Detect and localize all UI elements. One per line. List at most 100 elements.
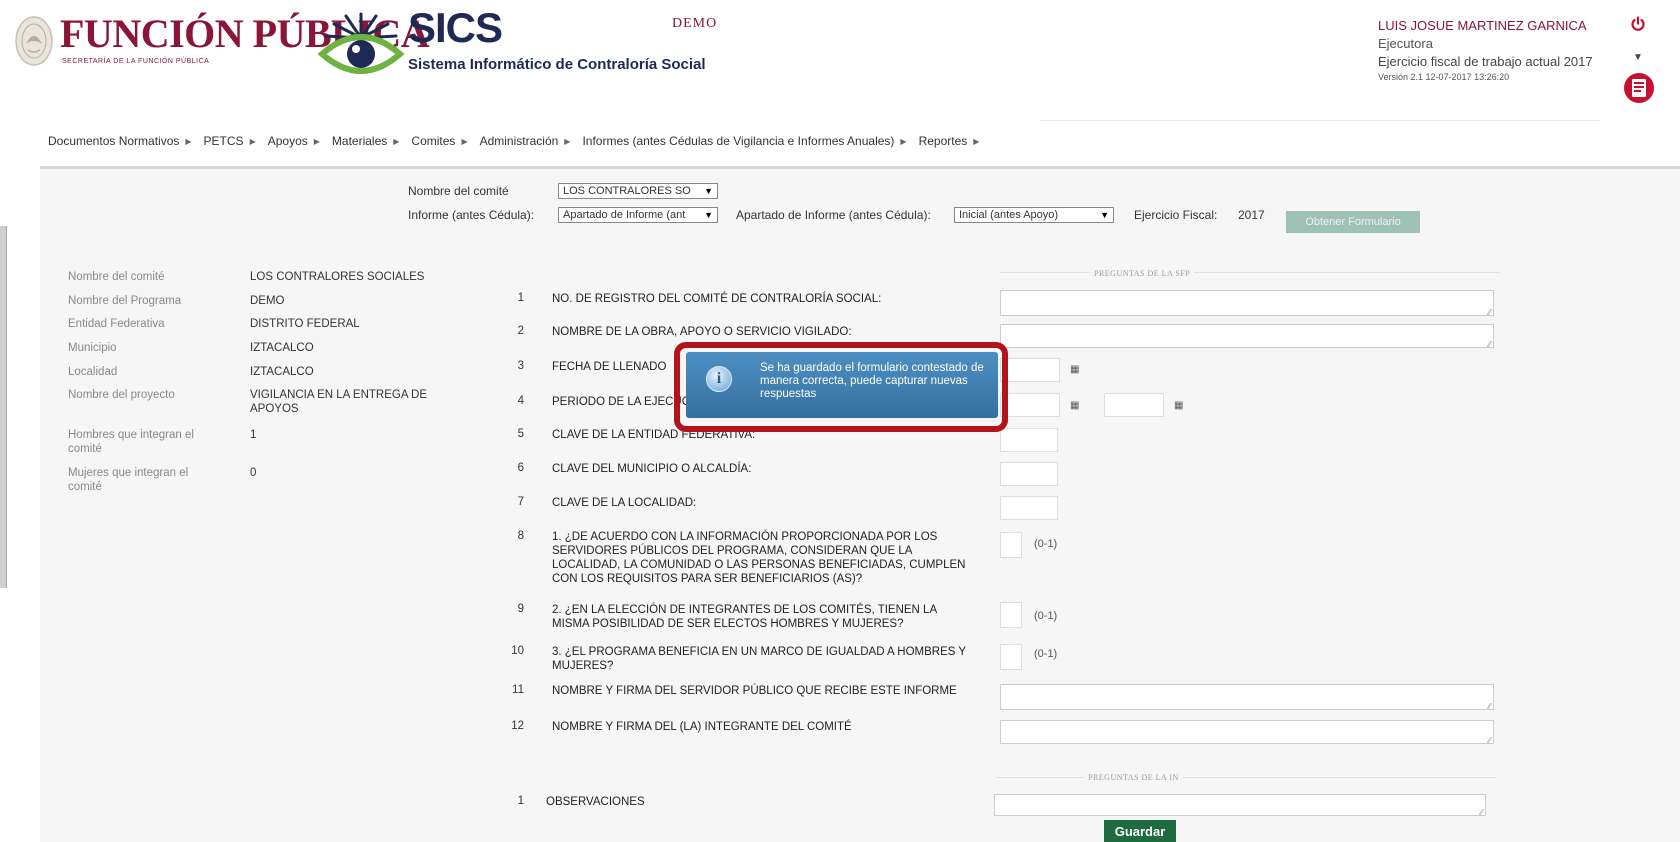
question-number: 2 <box>517 325 524 337</box>
nav-item-documentos-normativos[interactable]: Documentos Normativos ▶ <box>48 134 192 148</box>
score-range: (0-1) <box>1034 648 1058 660</box>
nav-item-comites[interactable]: Comites ▶ <box>411 134 467 148</box>
question-text: NOMBRE Y FIRMA DEL SERVIDOR PÚBLICO QUE … <box>552 685 957 697</box>
in-section-header: PREGUNTAS DE LA IN <box>1084 773 1183 782</box>
nav-arrow-icon: ▶ <box>313 136 320 146</box>
score-input[interactable] <box>1000 532 1022 558</box>
user-name: LUIS JOSUE MARTINEZ GARNICA <box>1378 18 1587 33</box>
section-select[interactable]: Inicial (antes Apoyo) ▼ <box>954 207 1114 223</box>
fiscal-year-text: Ejercicio fiscal de trabajo actual 2017 <box>1378 54 1593 69</box>
question-text: 1. ¿DE ACUERDO CON LA INFORMACIÓN PROPOR… <box>552 531 966 585</box>
main-nav: Documentos Normativos ▶ PETCS ▶ Apoyos ▶ Ma… <box>48 132 991 150</box>
sfp-section-header: PREGUNTAS DE LA SFP <box>1090 269 1195 278</box>
left-side-tab[interactable] <box>0 226 7 588</box>
nav-arrow-icon: ▶ <box>564 136 571 146</box>
toast-highlight-frame <box>674 342 1008 432</box>
power-icon[interactable] <box>1630 16 1646 32</box>
mexico-seal-logo <box>15 16 53 66</box>
question-number: 7 <box>517 496 524 508</box>
score-range: (0-1) <box>1034 538 1058 550</box>
period-start-input[interactable] <box>1000 393 1060 417</box>
question-number: 1 <box>517 292 524 304</box>
nav-item-apoyos[interactable]: Apoyos ▶ <box>268 134 320 148</box>
info-value: LOS CONTRALORES SOCIALES <box>250 271 425 283</box>
header-divider <box>1040 120 1600 121</box>
score-input[interactable] <box>1000 644 1022 670</box>
period-end-input[interactable] <box>1104 393 1164 417</box>
nav-item-reportes[interactable]: Reportes ▶ <box>919 134 980 148</box>
calendar-icon[interactable]: ▦ <box>1070 400 1079 411</box>
report-select[interactable]: Apartado de Informe (ant ▼ <box>558 207 718 223</box>
question-number: 3 <box>517 360 524 372</box>
nav-arrow-icon: ▶ <box>249 136 256 146</box>
entity-key-input[interactable] <box>1000 428 1058 452</box>
info-value: DISTRITO FEDERAL <box>250 318 360 330</box>
user-menu-caret-icon[interactable]: ▼ <box>1633 52 1643 63</box>
info-value: 1 <box>250 429 257 441</box>
info-label: Localidad <box>68 366 118 378</box>
nav-arrow-icon: ▶ <box>185 136 192 146</box>
info-label: Entidad Federativa <box>68 318 165 330</box>
question-text: NOMBRE DE LA OBRA, APOYO O SERVICIO VIGI… <box>552 326 852 338</box>
nav-item-materiales[interactable]: Materiales ▶ <box>332 134 400 148</box>
answer-textarea[interactable] <box>1000 290 1494 317</box>
section-divider <box>996 777 1496 778</box>
nav-item-administracion[interactable]: Administración ▶ <box>480 134 571 148</box>
observations-textarea[interactable] <box>994 794 1486 817</box>
score-range: (0-1) <box>1034 610 1058 622</box>
question-number: 12 <box>511 720 524 732</box>
question-text: 2. ¿EN LA ELECCIÓN DE INTEGRANTES DE LOS… <box>552 604 937 630</box>
locality-key-input[interactable] <box>1000 496 1058 520</box>
question-number: 10 <box>511 645 524 657</box>
app-subtitle: Sistema Informático de Contraloría Socia… <box>408 56 706 73</box>
nav-arrow-icon: ▶ <box>393 136 400 146</box>
nav-arrow-icon: ▶ <box>973 136 980 146</box>
info-label: Nombre del comité <box>68 271 165 283</box>
info-label: Nombre del proyecto <box>68 389 175 401</box>
org-subtitle: SECRETARÍA DE LA FUNCIÓN PÚBLICA <box>62 58 210 65</box>
info-label: Municipio <box>68 342 117 354</box>
info-value: 0 <box>250 467 257 479</box>
section-divider <box>1000 272 1500 273</box>
question-number: 5 <box>517 428 524 440</box>
municipality-key-input[interactable] <box>1000 462 1058 486</box>
question-number: 11 <box>512 684 524 696</box>
nav-item-informes[interactable]: Informes (antes Cédulas de Vigilancia e … <box>582 134 906 148</box>
calendar-icon[interactable]: ▦ <box>1174 400 1183 411</box>
question-text: CLAVE DEL MUNICIPIO O ALCALDÍA: <box>552 463 752 475</box>
info-label: Nombre del Programa <box>68 295 182 307</box>
question-text: CLAVE DE LA LOCALIDAD: <box>552 497 697 509</box>
info-value: VIGILANCIA EN LA ENTREGA DE APOYOS <box>250 389 428 415</box>
question-text: 3. ¿EL PROGRAMA BENEFICIA EN UN MARCO DE… <box>552 646 966 672</box>
score-input[interactable] <box>1000 602 1022 628</box>
app-title: SICS <box>408 4 503 51</box>
committee-select[interactable]: LOS CONTRALORES SO ▼ <box>558 183 718 199</box>
calendar-icon[interactable]: ▦ <box>1070 364 1079 375</box>
question-number: 4 <box>517 395 524 407</box>
question-text: OBSERVACIONES <box>546 796 645 808</box>
user-role: Ejecutora <box>1378 36 1433 51</box>
question-number: 1 <box>517 795 524 807</box>
program-label: DEMO <box>672 16 718 31</box>
nav-arrow-icon: ▶ <box>900 136 907 146</box>
info-label: Hombres que integran el comité <box>68 429 194 455</box>
save-button[interactable]: Guardar <box>1104 820 1176 842</box>
question-number: 6 <box>517 462 524 474</box>
dropdown-arrow-icon: ▼ <box>704 186 713 196</box>
answer-textarea[interactable] <box>1000 684 1494 711</box>
report-label: Informe (antes Cédula): <box>408 208 535 222</box>
info-value: IZTACALCO <box>250 342 314 354</box>
info-value: DEMO <box>250 295 285 307</box>
pdf-download-icon[interactable] <box>1624 70 1654 106</box>
question-text: NOMBRE Y FIRMA DEL (LA) INTEGRANTE DEL C… <box>552 721 852 733</box>
nav-item-petcs[interactable]: PETCS ▶ <box>204 134 256 148</box>
sics-eye-logo <box>317 12 405 74</box>
date-input[interactable] <box>1000 358 1060 382</box>
fiscal-value: 2017 <box>1238 208 1265 222</box>
answer-textarea[interactable] <box>1000 720 1494 745</box>
answer-textarea[interactable] <box>1000 324 1494 349</box>
question-text: NO. DE REGISTRO DEL COMITÉ DE CONTRALORÍ… <box>552 293 882 305</box>
version-text: Versión 2.1 12-07-2017 13:26:20 <box>1378 72 1510 82</box>
obtain-form-button[interactable]: Obtener Formulario <box>1286 211 1420 233</box>
question-number: 8 <box>517 530 524 542</box>
